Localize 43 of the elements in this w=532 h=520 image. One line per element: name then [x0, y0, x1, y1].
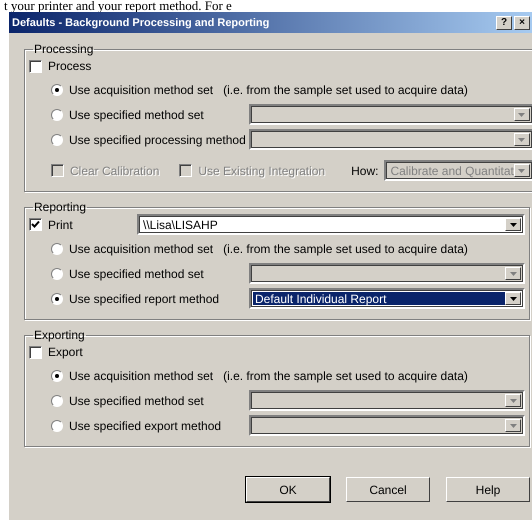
dropdown[interactable]: Default Individual Report: [249, 288, 525, 309]
how-label: How:: [351, 164, 378, 178]
radio-button[interactable]: [51, 243, 63, 255]
checkbox-label: Export: [48, 345, 83, 359]
radio-label: Use specified processing method: [69, 132, 247, 146]
close-button[interactable]: ×: [514, 16, 530, 30]
radio-label: Use specified method set: [69, 108, 205, 122]
group-title: Processing: [33, 42, 94, 56]
option-note: (i.e. from the sample set used to acquire data): [223, 83, 468, 97]
radio-button[interactable]: [51, 420, 63, 432]
checkbox-label: Print: [48, 218, 74, 232]
option-note: (i.e. from the sample set used to acquire data): [223, 369, 468, 383]
radio-label: Use acquisition method set: [69, 83, 214, 97]
help-button[interactable]: ?: [496, 16, 512, 30]
option-note: (i.e. from the sample set used to acquire data): [223, 242, 468, 256]
radio-label: Use acquisition method set: [69, 369, 214, 383]
radio-button[interactable]: [51, 84, 63, 96]
checkmark-icon: [31, 220, 40, 229]
radio-label: Use acquisition method set: [69, 242, 214, 256]
radio-label: Use specified method set: [69, 266, 205, 280]
radio-button[interactable]: [51, 394, 63, 406]
group-title: Exporting: [33, 328, 86, 342]
radio-label: Use specified export method: [69, 418, 222, 432]
radio-button[interactable]: [51, 268, 63, 280]
dropdown[interactable]: \\Lisa\LISAHP: [137, 214, 525, 235]
checkbox-label: Process: [48, 59, 92, 73]
dialog-button[interactable]: Help: [446, 477, 530, 502]
document-text: t your printer and your report method. For e: [3, 0, 233, 12]
radio-button[interactable]: [51, 134, 63, 146]
checkbox-label: Use Existing Integration: [198, 164, 326, 178]
radio-button[interactable]: [51, 108, 63, 120]
radio-button[interactable]: [51, 292, 63, 304]
window-title: Defaults - Background Processing and Reporting: [12, 16, 270, 28]
radio-label: Use specified method set: [69, 394, 205, 408]
checkbox-label: Clear Calibration: [70, 164, 160, 178]
radio-label: Use specified report method: [69, 292, 220, 306]
checkbox[interactable]: [29, 60, 42, 72]
checkbox[interactable]: [29, 218, 42, 231]
group-title: Reporting: [33, 200, 88, 214]
dialog-button[interactable]: OK: [246, 477, 330, 502]
checkbox[interactable]: [29, 346, 42, 358]
radio-button[interactable]: [51, 370, 63, 382]
dialog-button[interactable]: Cancel: [346, 477, 430, 502]
